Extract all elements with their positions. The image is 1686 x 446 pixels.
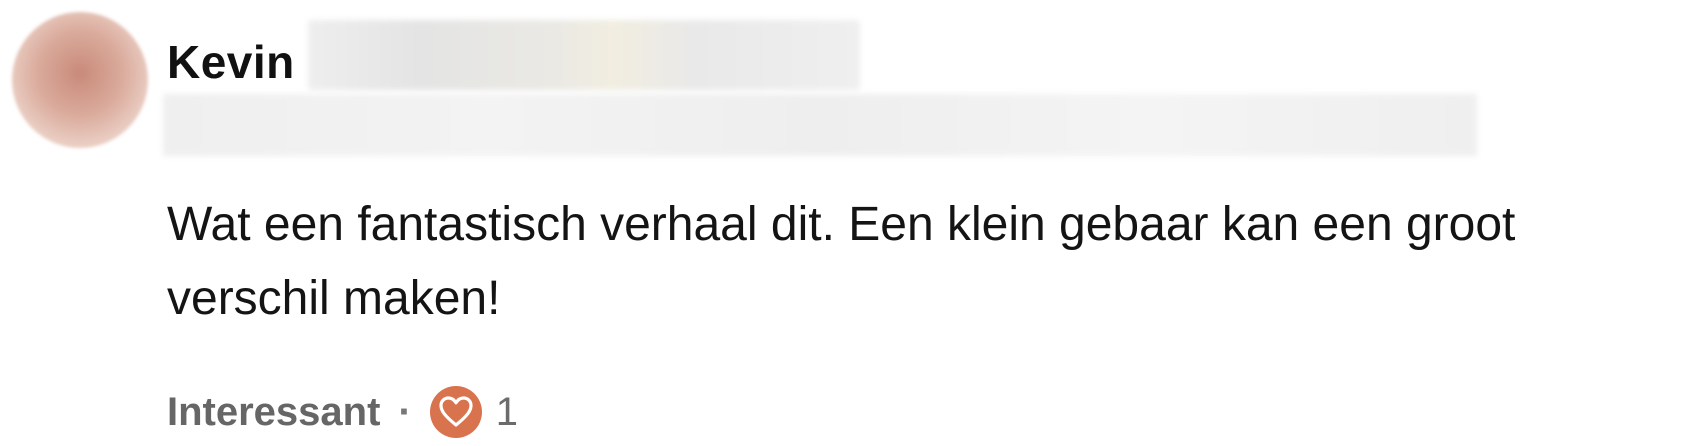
heart-icon-glyph <box>439 396 473 427</box>
avatar[interactable] <box>12 12 148 148</box>
author-name[interactable]: Kevin <box>167 32 295 92</box>
redacted-author-surname <box>308 20 860 90</box>
reaction-count[interactable]: 1 <box>496 390 518 435</box>
heart-icon[interactable] <box>429 386 482 438</box>
comment-text: Wat een fantastisch verhaal dit. Een kle… <box>167 198 1516 325</box>
comment: Kevin Wat een fantastisch verhaal dit. E… <box>0 0 1686 446</box>
redacted-author-headline <box>163 94 1477 156</box>
reaction-button[interactable]: Interessant <box>167 390 380 435</box>
separator-dot: · <box>398 389 412 434</box>
reactions-row: Interessant · 1 <box>167 382 518 442</box>
